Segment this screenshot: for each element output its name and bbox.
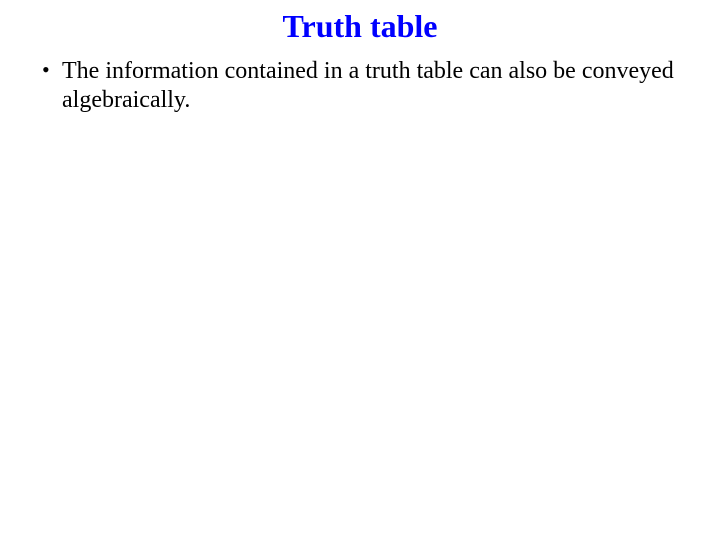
slide-container: Truth table The information contained in… — [0, 0, 720, 540]
slide-body: The information contained in a truth tab… — [30, 57, 690, 115]
bullet-list: The information contained in a truth tab… — [40, 57, 690, 115]
slide-title: Truth table — [30, 8, 690, 45]
bullet-item: The information contained in a truth tab… — [40, 57, 690, 115]
